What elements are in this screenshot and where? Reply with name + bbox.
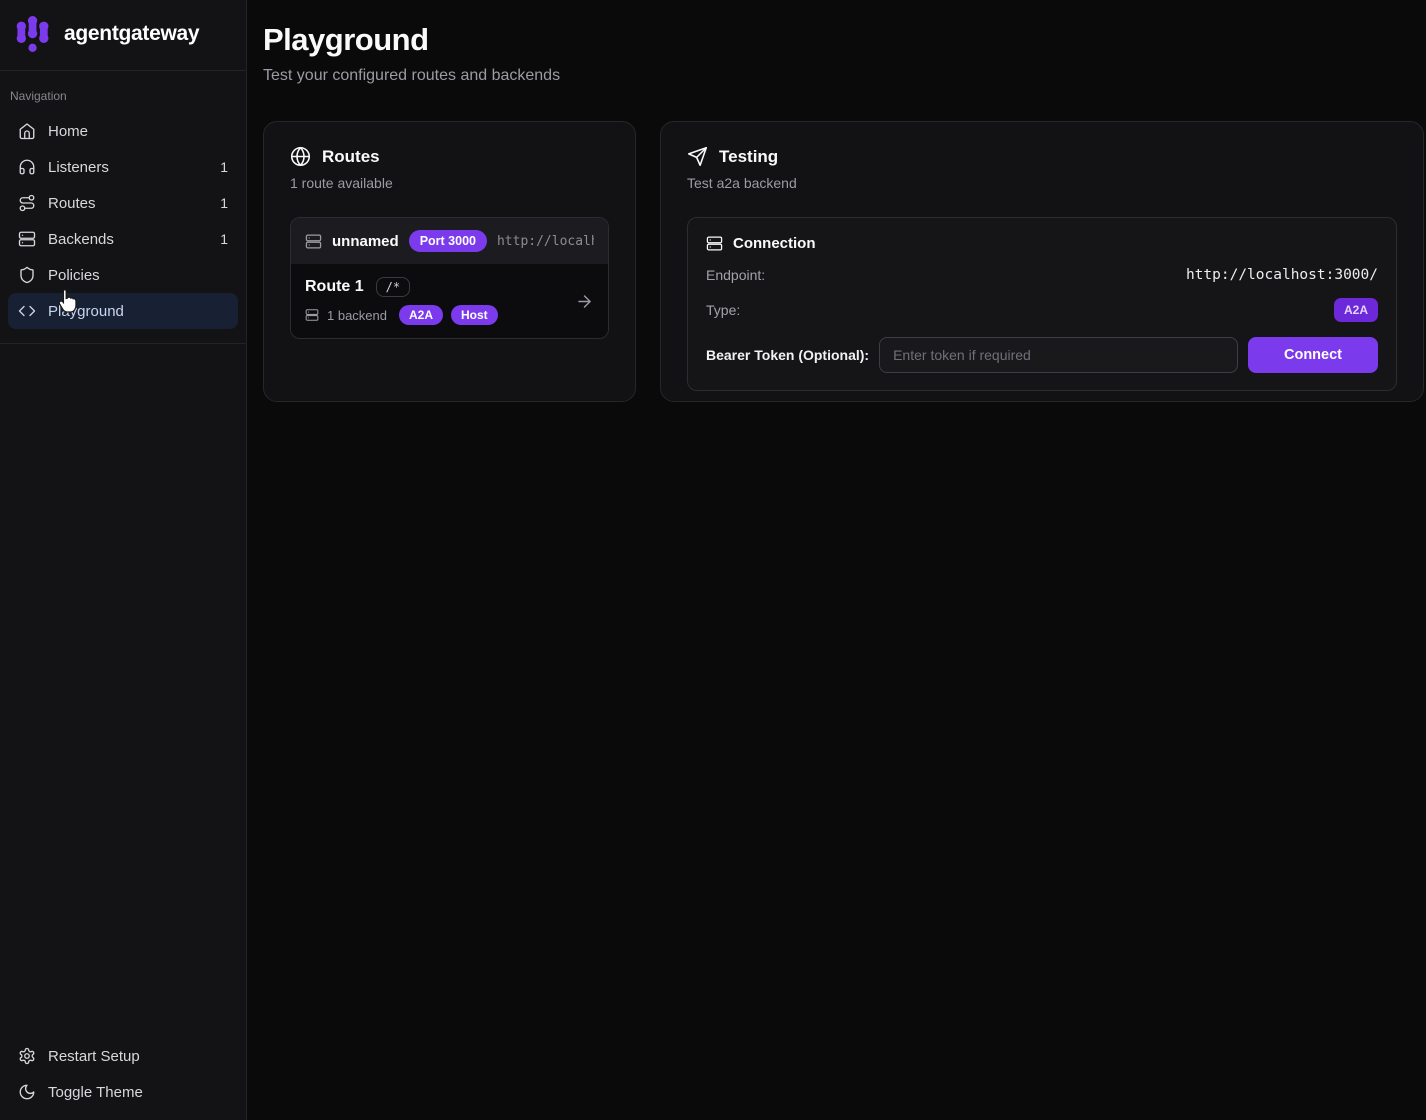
sidebar-spacer <box>0 344 246 1030</box>
sidebar-item-label: Home <box>48 123 88 140</box>
listener-header: unnamed Port 3000 http://localhost:3000/ <box>291 218 608 264</box>
sidebar-item-label: Listeners <box>48 159 109 176</box>
routes-card: Routes 1 route available unnamed Port 30… <box>263 121 636 402</box>
route-icon <box>18 194 36 212</box>
port-badge: Port 3000 <box>409 230 487 252</box>
brand: agentgateway <box>0 0 246 71</box>
nav-section: Navigation Home Listeners 1 Routes 1 <box>0 71 246 344</box>
connect-button[interactable]: Connect <box>1248 337 1378 373</box>
route-row[interactable]: Route 1 /* 1 backend A2A Host <box>291 264 608 338</box>
page-subtitle: Test your configured routes and backends <box>263 67 1424 85</box>
type-label: Type: <box>706 302 740 318</box>
headphones-icon <box>18 158 36 176</box>
listeners-count-badge: 1 <box>220 159 228 175</box>
gear-icon <box>18 1047 36 1065</box>
sidebar-item-policies[interactable]: Policies <box>8 257 238 293</box>
cards-row: Routes 1 route available unnamed Port 30… <box>263 121 1424 402</box>
sidebar-item-label: Backends <box>48 231 114 248</box>
home-icon <box>18 122 36 140</box>
routes-card-header: Routes <box>290 146 609 167</box>
endpoint-row: Endpoint: http://localhost:3000/ <box>706 267 1378 283</box>
sidebar-item-playground[interactable]: Playground <box>8 293 238 329</box>
routes-count-badge: 1 <box>220 195 228 211</box>
brand-name: agentgateway <box>64 22 199 46</box>
shield-icon <box>18 266 36 284</box>
routes-card-subtitle: 1 route available <box>290 175 609 191</box>
backend-count: 1 backend <box>327 308 387 323</box>
sidebar-item-label: Routes <box>48 195 96 212</box>
listener-name: unnamed <box>332 233 399 250</box>
sidebar-item-label: Playground <box>48 303 124 320</box>
restart-setup-label: Restart Setup <box>48 1048 140 1065</box>
route-path-badge: /* <box>376 277 410 297</box>
main-content: Playground Test your configured routes a… <box>247 0 1426 1120</box>
type-row: Type: A2A <box>706 298 1378 322</box>
toggle-theme-label: Toggle Theme <box>48 1084 143 1101</box>
listener-group: unnamed Port 3000 http://localhost:3000/… <box>290 217 609 339</box>
moon-icon <box>18 1083 36 1101</box>
agentgateway-logo-icon <box>14 14 52 54</box>
globe-icon <box>290 146 311 167</box>
connection-title: Connection <box>733 235 816 252</box>
backends-count-badge: 1 <box>220 231 228 247</box>
endpoint-label: Endpoint: <box>706 267 765 283</box>
server-icon <box>305 308 319 322</box>
host-badge: Host <box>451 305 498 325</box>
endpoint-value: http://localhost:3000/ <box>1186 267 1378 283</box>
route-name: Route 1 <box>305 278 364 296</box>
sidebar-item-backends[interactable]: Backends 1 <box>8 221 238 257</box>
routes-card-title: Routes <box>322 147 380 167</box>
nav-section-label: Navigation <box>10 89 236 103</box>
restart-setup-button[interactable]: Restart Setup <box>8 1038 238 1074</box>
testing-card-title: Testing <box>719 147 778 167</box>
sidebar-footer: Restart Setup Toggle Theme <box>0 1030 246 1120</box>
sidebar-item-label: Policies <box>48 267 100 284</box>
connection-header: Connection <box>706 235 1378 252</box>
listener-url: http://localhost:3000/ <box>497 234 594 249</box>
a2a-badge: A2A <box>399 305 443 325</box>
type-badge: A2A <box>1334 298 1378 322</box>
arrow-right-icon <box>575 292 594 311</box>
server-icon <box>18 230 36 248</box>
connection-panel: Connection Endpoint: http://localhost:30… <box>687 217 1397 391</box>
bearer-token-label: Bearer Token (Optional): <box>706 347 869 363</box>
testing-card-header: Testing <box>687 146 1397 167</box>
sidebar-item-routes[interactable]: Routes 1 <box>8 185 238 221</box>
sidebar-item-listeners[interactable]: Listeners 1 <box>8 149 238 185</box>
bearer-token-input[interactable] <box>879 337 1238 373</box>
sidebar: agentgateway Navigation Home Listeners 1… <box>0 0 247 1120</box>
sidebar-item-home[interactable]: Home <box>8 113 238 149</box>
send-icon <box>687 146 708 167</box>
server-icon <box>706 235 723 252</box>
testing-card-subtitle: Test a2a backend <box>687 175 1397 191</box>
route-info: Route 1 /* 1 backend A2A Host <box>305 277 498 325</box>
code-icon <box>18 302 36 320</box>
server-icon <box>305 233 322 250</box>
bearer-token-row: Bearer Token (Optional): Connect <box>706 337 1378 373</box>
testing-card: Testing Test a2a backend Connection Endp… <box>660 121 1424 402</box>
toggle-theme-button[interactable]: Toggle Theme <box>8 1074 238 1110</box>
page-title: Playground <box>263 22 1424 58</box>
